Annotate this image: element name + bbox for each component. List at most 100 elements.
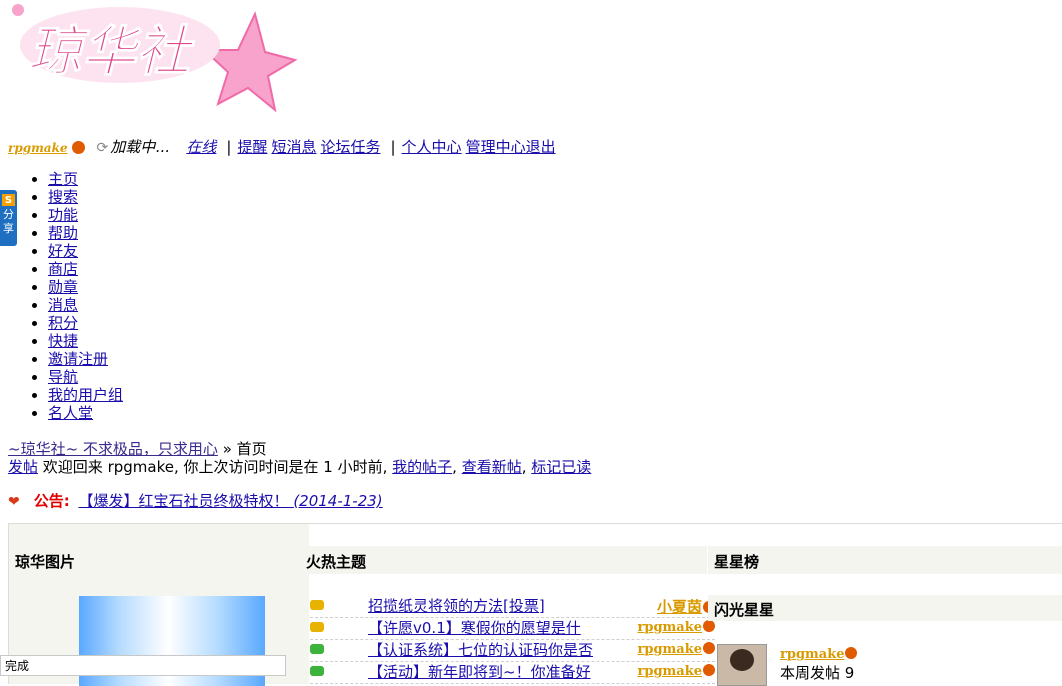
topic-author: rpgmake <box>637 664 703 679</box>
nav-item-shop: 商店 <box>48 260 123 278</box>
hot-topic-row: 【许愿v0.1】寒假你的愿望是什 rpgmake <box>310 617 715 640</box>
loading-text: 加载中... <box>110 138 170 156</box>
hot-topics-heading: 火热主题 <box>306 553 367 571</box>
nav-link-medals[interactable]: 勋章 <box>48 278 78 296</box>
nav-link-messages[interactable]: 消息 <box>48 296 78 314</box>
topic-author-link[interactable]: rpgmake <box>637 642 715 657</box>
topic-title-link[interactable]: 招揽纸灵将领的方法[投票] <box>368 595 545 616</box>
stars-heading: 星星榜 <box>714 553 760 571</box>
weekly-posts: 本周发帖 9 <box>780 662 854 683</box>
nav-link-invite[interactable]: 邀请注册 <box>48 350 108 368</box>
weekly-posts-label: 本周发帖 <box>780 664 841 682</box>
weekly-posts-count: 9 <box>844 664 855 682</box>
nav-link-points[interactable]: 积分 <box>48 314 78 332</box>
browser-status-bar: 完成 <box>0 655 286 676</box>
announcement-date: (2014-1-23) <box>293 492 383 510</box>
comma: , <box>452 458 457 476</box>
nav-item-help: 帮助 <box>48 224 123 242</box>
announcement-title: 【爆发】红宝石社员终极特权！ <box>78 492 289 510</box>
hot-topic-row: 【认证系统】七位的认证码你是否 rpgmake <box>310 639 715 662</box>
username-link[interactable]: rpgmake <box>8 141 68 155</box>
nav-item-home: 主页 <box>48 170 123 188</box>
announcement: ❤ 公告: 【爆发】红宝石社员终极特权！ (2014-1-23) <box>8 490 383 511</box>
refresh-icon: ⟳ <box>96 140 109 156</box>
medal-icon <box>844 647 857 659</box>
my-posts-link[interactable]: 我的帖子 <box>392 458 452 476</box>
medal-icon <box>703 664 715 676</box>
topic-title-link[interactable]: 【活动】新年即将到~！你准备好 <box>368 661 591 682</box>
hot-topic-row: 【活动】新年即将到~！你准备好 rpgmake <box>310 661 715 684</box>
new-posts-link[interactable]: 查看新帖 <box>462 458 522 476</box>
nav-item-medals: 勋章 <box>48 278 123 296</box>
share-label: 分享 <box>3 208 14 235</box>
topic-author: rpgmake <box>637 620 703 635</box>
comma: , <box>521 458 527 476</box>
star-user-link[interactable]: rpgmake <box>780 647 857 662</box>
nav-link-friends[interactable]: 好友 <box>48 242 78 260</box>
nav-item-messages: 消息 <box>48 296 123 314</box>
user-toolbar: rpgmake ⟳ 加载中... 在线 | 提醒 短消息 论坛任务 | 个人中心 管理中心退出 <box>8 136 560 157</box>
stars-header: 星星榜 <box>708 546 1062 574</box>
nav-item-guide: 导航 <box>48 368 123 386</box>
pictures-heading: 琼华图片 <box>15 553 76 571</box>
separator: | <box>226 138 232 156</box>
nav-item-search: 搜索 <box>48 188 123 206</box>
topic-icon <box>310 666 324 676</box>
nav-item-features: 功能 <box>48 206 123 224</box>
share-tab[interactable]: S 分享 <box>0 190 17 246</box>
announcement-link[interactable]: 【爆发】红宝石社员终极特权！ (2014-1-23) <box>79 492 383 510</box>
personal-center-link[interactable]: 个人中心 <box>402 138 462 156</box>
site-logo: 琼华社 <box>12 4 298 113</box>
nav-item-shortcuts: 快捷 <box>48 332 123 350</box>
nav-link-hall-of-fame[interactable]: 名人堂 <box>48 404 93 422</box>
logo-text: 琼华社 <box>28 19 195 83</box>
forum-tasks-link[interactable]: 论坛任务 <box>320 138 380 156</box>
topic-author-link[interactable]: 小夏茵 <box>657 596 715 617</box>
welcome-text: 欢迎回来 rpgmake, 你上次访问时间是在 1 小时前, <box>42 458 388 476</box>
welcome-line: 发帖 欢迎回来 rpgmake, 你上次访问时间是在 1 小时前, 我的帖子, … <box>8 456 591 477</box>
star-username: rpgmake <box>780 647 845 662</box>
status-text: 完成 <box>5 659 30 673</box>
nav-link-help[interactable]: 帮助 <box>48 224 78 242</box>
nav-item-invite: 邀请注册 <box>48 350 123 368</box>
topic-author: rpgmake <box>637 642 703 657</box>
nav-item-usergroup: 我的用户组 <box>48 386 123 404</box>
topic-title-link[interactable]: 【许愿v0.1】寒假你的愿望是什 <box>368 617 581 638</box>
topic-author: 小夏茵 <box>656 598 702 616</box>
hot-topics-header: 火热主题 <box>300 546 707 574</box>
announcement-label: 公告: <box>33 492 70 510</box>
nav-link-search[interactable]: 搜索 <box>48 188 78 206</box>
reminder-link[interactable]: 提醒 <box>237 138 267 156</box>
online-status-link[interactable]: 在线 <box>186 138 216 156</box>
nav-link-usergroup[interactable]: 我的用户组 <box>48 386 123 404</box>
medal-icon <box>703 642 715 654</box>
nav-item-points: 积分 <box>48 314 123 332</box>
topic-author-link[interactable]: rpgmake <box>637 664 715 679</box>
medal-icon <box>703 620 715 632</box>
nav-link-guide[interactable]: 导航 <box>48 368 78 386</box>
new-post-link[interactable]: 发帖 <box>8 458 38 476</box>
nav-item-friends: 好友 <box>48 242 123 260</box>
nav-item-hall-of-fame: 名人堂 <box>48 404 123 422</box>
flash-stars-header: 闪光星星 <box>708 595 1062 621</box>
nav-link-features[interactable]: 功能 <box>48 206 78 224</box>
avatar[interactable] <box>717 644 767 686</box>
topic-title-link[interactable]: 【认证系统】七位的认证码你是否 <box>368 639 593 660</box>
main-nav: 主页 搜索 功能 帮助 好友 商店 勋章 消息 积分 快捷 邀请注册 导航 我的… <box>28 170 123 422</box>
admin-center-link[interactable]: 管理中心退出 <box>466 138 556 156</box>
nav-link-shortcuts[interactable]: 快捷 <box>48 332 78 350</box>
topic-icon <box>310 600 324 610</box>
topic-icon <box>310 644 324 654</box>
topic-author-link[interactable]: rpgmake <box>637 620 715 635</box>
separator: | <box>390 138 396 156</box>
heart-icon: ❤ <box>8 494 20 510</box>
flash-stars-heading: 闪光星星 <box>714 601 775 619</box>
share-logo-icon: S <box>2 194 15 206</box>
nav-link-home[interactable]: 主页 <box>48 170 78 188</box>
nav-link-shop[interactable]: 商店 <box>48 260 78 278</box>
mark-read-link[interactable]: 标记已读 <box>531 458 591 476</box>
topic-icon <box>310 622 324 632</box>
messages-link[interactable]: 短消息 <box>271 138 316 156</box>
hot-topic-row: 招揽纸灵将领的方法[投票] 小夏茵 <box>310 595 715 618</box>
medal-icon <box>71 141 85 154</box>
